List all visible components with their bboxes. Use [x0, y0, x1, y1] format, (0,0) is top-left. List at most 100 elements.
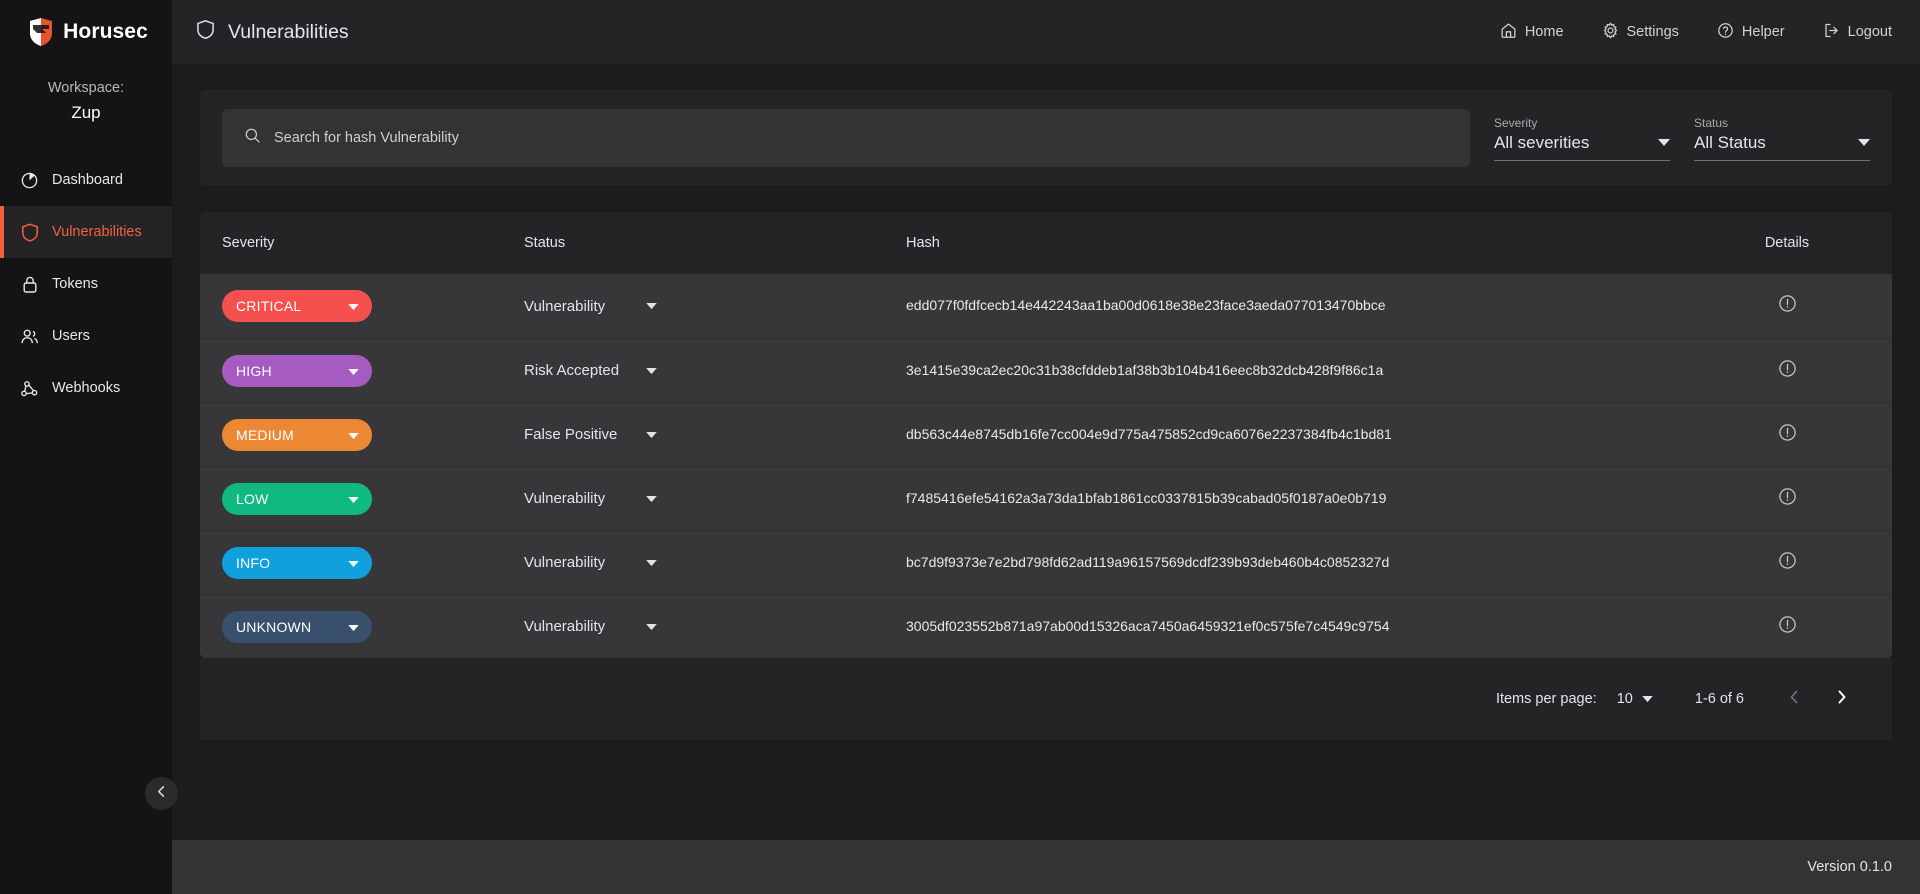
table-row: MEDIUM False Positive db563c44e8745db16f…	[200, 402, 1892, 466]
details-button[interactable]	[1704, 551, 1870, 575]
table-row: UNKNOWN Vulnerability 3005df023552b871a9…	[200, 594, 1892, 658]
content-area: Severity All severities Status All Statu…	[172, 64, 1920, 840]
severity-badge[interactable]: INFO	[222, 546, 372, 579]
sidebar-item-label: Dashboard	[52, 171, 123, 188]
hash-cell: f7485416efe54162a3a73da1bfab1861cc033781…	[906, 490, 1704, 508]
hash-value: edd077f0fdfcecb14e442243aa1ba00d0618e38e…	[906, 297, 1386, 313]
app-root: Horusec Workspace: Zup Dashboard Vulnera…	[0, 0, 1920, 894]
status-cell: False Positive	[524, 426, 906, 444]
details-button[interactable]	[1704, 487, 1870, 511]
chevron-down-icon	[646, 426, 657, 444]
severity-filter[interactable]: Severity All severities	[1494, 116, 1670, 161]
brand[interactable]: Horusec	[0, 0, 172, 64]
severity-badge[interactable]: CRITICAL	[222, 290, 372, 322]
status-select[interactable]: False Positive	[524, 426, 906, 444]
sidebar-item-tokens[interactable]: Tokens	[0, 258, 172, 310]
sidebar-item-label: Webhooks	[52, 379, 121, 396]
previous-page-button[interactable]	[1770, 675, 1818, 723]
severity-badge[interactable]: LOW	[222, 482, 372, 515]
sidebar-item-label: Vulnerabilities	[52, 223, 142, 240]
items-per-page-select[interactable]: 10	[1617, 690, 1653, 708]
search-icon	[244, 127, 261, 149]
details-button[interactable]	[1704, 294, 1870, 318]
sidebar-collapse-button[interactable]	[145, 777, 178, 810]
chevron-down-icon	[348, 427, 359, 443]
sidebar-item-dashboard[interactable]: Dashboard	[0, 154, 172, 206]
column-header-hash: Hash	[906, 235, 940, 251]
severity-badge[interactable]: HIGH	[222, 354, 372, 387]
hash-cell: db563c44e8745db16fe7cc004e9d775a475852cd…	[906, 426, 1704, 444]
chevron-down-icon	[348, 363, 359, 379]
hash-value: 3e1415e39ca2ec20c31b38cfddeb1af38b3b104b…	[906, 361, 1384, 378]
question-circle-icon	[1717, 22, 1734, 43]
gear-icon	[1602, 21, 1619, 43]
table-body: CRITICAL Vulnerability edd077f0fdfcecb14…	[200, 274, 1892, 658]
details-button[interactable]	[1704, 423, 1870, 447]
status-select[interactable]: Vulnerability	[524, 618, 906, 636]
top-header-left: Vulnerabilities	[196, 19, 349, 45]
status-cell: Vulnerability	[524, 618, 906, 636]
severity-badge-label: CRITICAL	[236, 298, 302, 314]
hash-value: db563c44e8745db16fe7cc004e9d775a475852cd…	[906, 425, 1392, 442]
status-select[interactable]: Vulnerability	[524, 554, 906, 572]
workspace-name: Zup	[71, 103, 101, 122]
sidebar-item-users[interactable]: Users	[0, 310, 172, 362]
workspace-label: Workspace:	[47, 80, 125, 96]
severity-badge[interactable]: UNKNOWN	[222, 610, 372, 643]
details-button[interactable]	[1704, 615, 1870, 639]
search-input[interactable]	[274, 130, 1448, 146]
chevron-left-icon	[155, 785, 168, 803]
status-cell: Vulnerability	[524, 490, 906, 508]
severity-select-value: All severities	[1494, 132, 1590, 152]
settings-button[interactable]: Settings	[1602, 21, 1679, 43]
status-cell: Risk Accepted	[524, 362, 906, 380]
chevron-down-icon	[1642, 690, 1653, 708]
exclamation-circle-icon	[1778, 294, 1797, 318]
home-label: Home	[1524, 24, 1564, 40]
home-button[interactable]: Home	[1500, 22, 1564, 43]
horusec-shield-logo-icon	[28, 17, 54, 47]
top-header-nav: Home Settings Helper Logout	[1500, 21, 1892, 43]
helper-label: Helper	[1741, 24, 1785, 40]
status-select[interactable]: Vulnerability	[524, 297, 906, 315]
status-value: Risk Accepted	[524, 362, 620, 379]
hash-cell: edd077f0fdfcecb14e442243aa1ba00d0618e38e…	[906, 297, 1704, 315]
severity-cell: INFO	[222, 546, 524, 579]
severity-badge-label: MEDIUM	[236, 426, 294, 443]
workspace-block: Workspace: Zup	[0, 78, 172, 126]
column-header-status: Status	[524, 235, 566, 251]
sidebar-item-webhooks[interactable]: Webhooks	[0, 362, 172, 414]
severity-badge[interactable]: MEDIUM	[222, 418, 372, 451]
next-page-button[interactable]	[1818, 675, 1866, 723]
sidebar: Horusec Workspace: Zup Dashboard Vulnera…	[0, 0, 178, 894]
severity-cell: CRITICAL	[222, 290, 524, 322]
hash-value: 3005df023552b871a97ab00d15326aca7450a645…	[906, 617, 1390, 634]
logout-button[interactable]: Logout	[1823, 22, 1892, 43]
sidebar-nav: Dashboard Vulnerabilities Tokens Users W…	[0, 154, 172, 414]
status-select[interactable]: Risk Accepted	[524, 362, 906, 380]
status-select[interactable]: All Status	[1694, 133, 1870, 161]
column-header-severity: Severity	[222, 235, 275, 251]
severity-cell: HIGH	[222, 354, 524, 387]
exclamation-circle-icon	[1778, 487, 1797, 511]
status-value: Vulnerability	[524, 297, 606, 315]
helper-button[interactable]: Helper	[1717, 22, 1785, 43]
search-box[interactable]	[222, 109, 1470, 167]
severity-select[interactable]: All severities	[1494, 133, 1670, 161]
shield-icon	[196, 19, 215, 45]
main-area: Vulnerabilities Home Settings Helper Log…	[172, 0, 1920, 894]
status-filter[interactable]: Status All Status	[1694, 116, 1870, 161]
status-select[interactable]: Vulnerability	[524, 490, 906, 508]
chevron-down-icon	[348, 491, 359, 507]
details-button[interactable]	[1704, 359, 1870, 383]
footer: Version 0.1.0	[172, 840, 1920, 894]
chevron-left-icon	[1787, 689, 1801, 710]
exclamation-circle-icon	[1778, 359, 1797, 383]
hash-cell: bc7d9f9373e7e2bd798fd62ad119a96157569dcd…	[906, 554, 1704, 572]
hash-value: bc7d9f9373e7e2bd798fd62ad119a96157569dcd…	[906, 553, 1390, 570]
sidebar-item-vulnerabilities[interactable]: Vulnerabilities	[0, 206, 172, 258]
severity-badge-label: LOW	[236, 490, 269, 507]
logout-label: Logout	[1847, 24, 1892, 40]
items-per-page-label: Items per page:	[1495, 691, 1597, 707]
chevron-right-icon	[1835, 689, 1849, 710]
